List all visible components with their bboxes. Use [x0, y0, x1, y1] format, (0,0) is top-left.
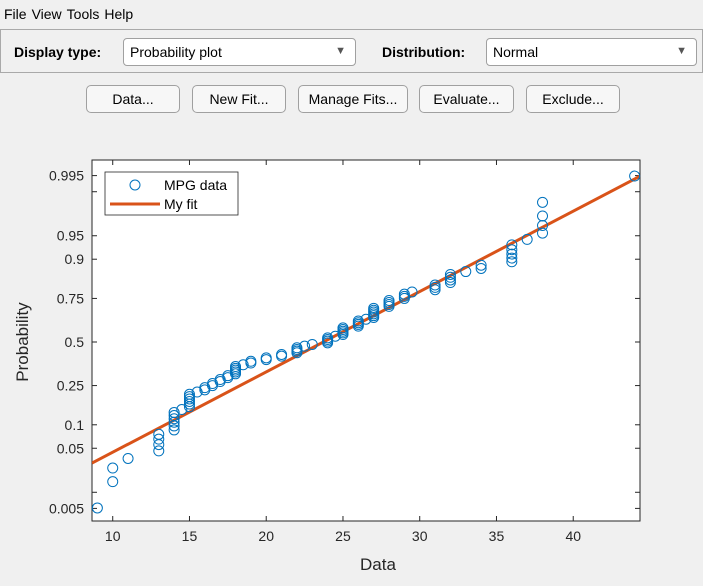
y-tick-label: 0.75: [57, 290, 84, 306]
y-tick-label: 0.9: [65, 251, 85, 267]
legend-label-my-fit: My fit: [164, 196, 198, 212]
probability-plot: 10 15 20 25 30 35 40 0.005 0.05 0.1 0.25 0.5 0.75 0.9…: [13, 159, 641, 574]
x-tick-label: 20: [258, 528, 274, 544]
y-tick-label: 0.995: [49, 168, 84, 184]
y-tick-label: 0.05: [57, 440, 84, 456]
x-tick-label: 35: [489, 528, 505, 544]
x-tick-label: 10: [105, 528, 121, 544]
legend-label-mpg-data: MPG data: [164, 177, 227, 193]
y-tick-label: 0.5: [65, 334, 85, 350]
y-tick-label: 0.95: [57, 228, 84, 244]
legend: MPG data My fit: [104, 171, 239, 216]
y-tick-label: 0.1: [65, 417, 85, 433]
x-tick-label: 40: [565, 528, 581, 544]
y-tick-label: 0.005: [49, 500, 84, 516]
x-tick-label: 30: [412, 528, 428, 544]
x-tick-label: 15: [182, 528, 198, 544]
y-axis-label: Probability: [13, 302, 32, 382]
x-tick-label: 25: [335, 528, 351, 544]
x-axis-label: Data: [360, 555, 396, 574]
y-tick-label: 0.25: [57, 378, 84, 394]
